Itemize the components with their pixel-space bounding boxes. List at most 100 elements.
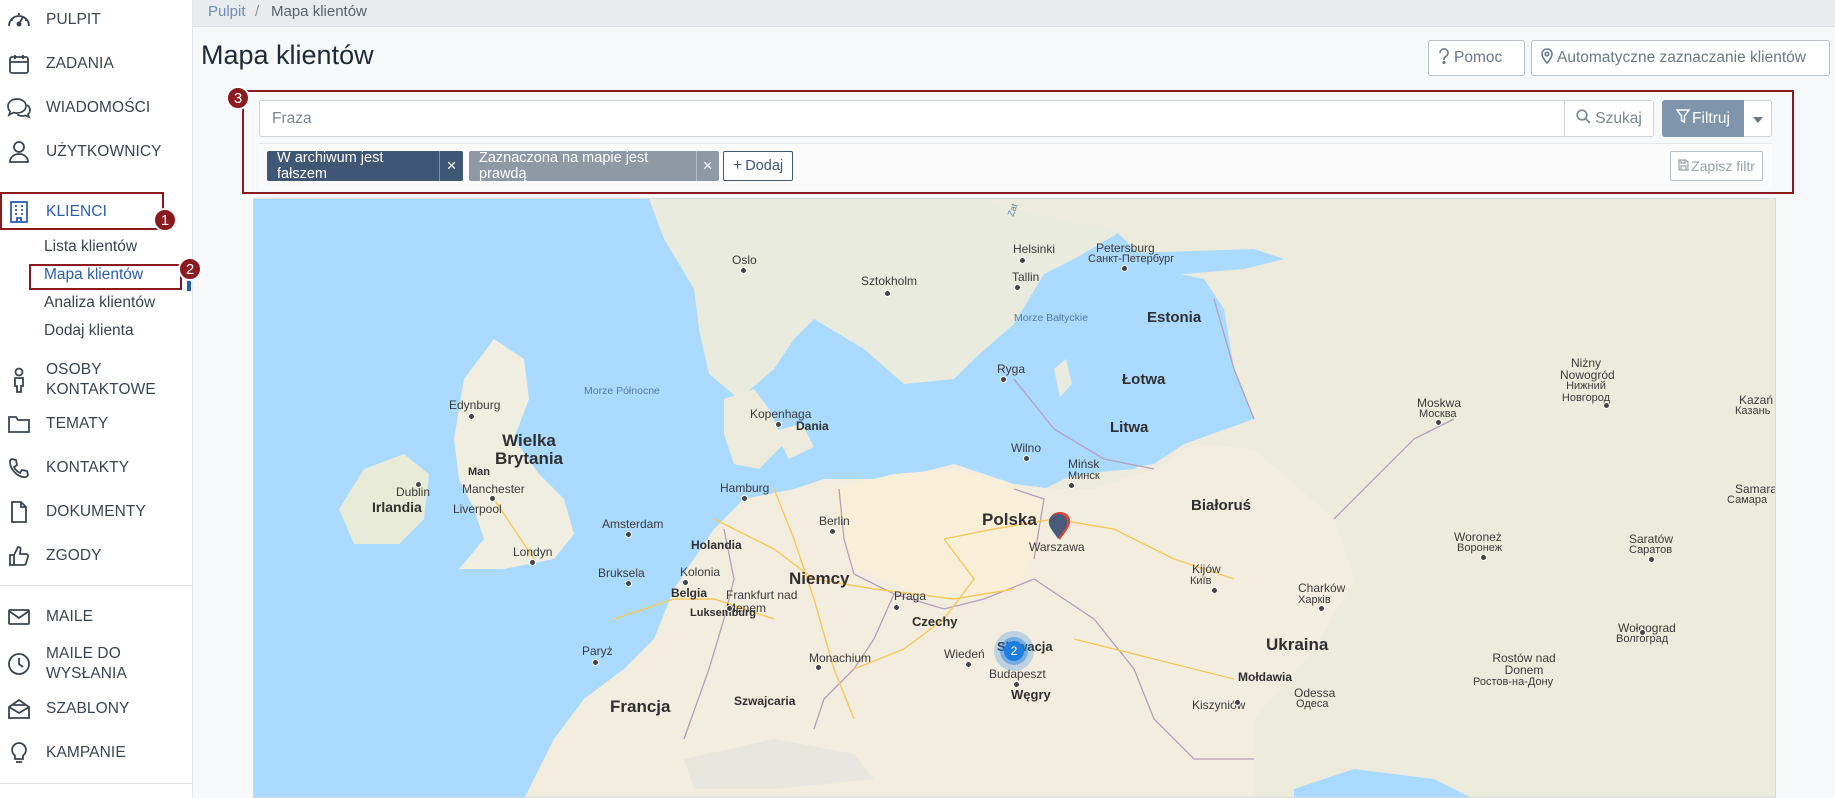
map-city-dot — [489, 495, 496, 502]
sidebar-divider — [0, 585, 192, 586]
map-label-estonia: Estonia — [1147, 309, 1202, 326]
map-city-label: Niżny Nowogród — [1560, 356, 1615, 382]
map-city-label: Hamburg — [720, 481, 770, 495]
sidebar-item-szablony[interactable]: SZABLONY — [0, 689, 192, 729]
mail-template-icon — [6, 696, 32, 722]
subitem-lista-klientow[interactable]: Lista klientów — [44, 238, 137, 256]
sidebar-item-zgody[interactable]: ZGODY — [0, 536, 192, 576]
document-icon — [6, 499, 32, 525]
map-city-dot — [1019, 257, 1026, 264]
sidebar-item-dokumenty[interactable]: DOKUMENTY — [0, 492, 192, 532]
map-city-dot — [1639, 629, 1646, 636]
map-city-label: Bruksela — [598, 566, 645, 580]
map-city-label: Sztokholm — [861, 274, 918, 288]
map-city-dot — [740, 267, 747, 274]
annotation-box-2 — [29, 264, 182, 290]
map-label-ukraina: Ukraina — [1266, 635, 1329, 654]
sidebar-item-label: OSOBY KONTAKTOWE — [46, 361, 156, 398]
sidebar-item-label: KAMPANIE — [46, 744, 126, 761]
calendar-icon — [6, 51, 32, 77]
thumbs-up-icon — [6, 543, 32, 569]
map-city-label: Саратов — [1629, 544, 1673, 556]
annotation-box-1 — [0, 192, 164, 230]
sidebar-item-label: MAILE — [46, 608, 94, 625]
map-city-label: Monachium — [809, 651, 872, 665]
help-button[interactable]: Pomoc — [1428, 40, 1525, 76]
map-city-label: Одеса — [1296, 698, 1329, 710]
sidebar-item-label: KONTAKTY — [46, 459, 130, 476]
map-city-label: Berlin — [819, 514, 850, 528]
person-icon — [6, 367, 32, 393]
annotation-box-3 — [242, 90, 1794, 194]
map-city-label: Ростов-на-Дону — [1473, 676, 1554, 688]
sidebar-item-osoby-kontaktowe[interactable]: OSOBY KONTAKTOWE — [0, 358, 192, 402]
map-city-dot — [1023, 455, 1030, 462]
map-city-label: Tallin — [1012, 270, 1040, 284]
sidebar-item-zadania[interactable]: ZADANIA — [0, 44, 192, 84]
map-label-wielka-brytania: Wielka Brytania — [494, 431, 564, 468]
auto-mark-clients-button[interactable]: Automatyczne zaznaczanie klientów — [1531, 40, 1830, 76]
user-icon — [6, 139, 32, 165]
map-city-label: Kopenhaga — [750, 407, 812, 421]
map-city-dot — [1318, 605, 1325, 612]
phone-icon — [6, 455, 32, 481]
sidebar-item-wiadomosci[interactable]: WIADOMOŚCI — [0, 88, 192, 128]
map-city-label: Paryż — [582, 644, 613, 658]
map-city-label: Самара — [1727, 494, 1768, 506]
sidebar-item-label: DOKUMENTY — [46, 503, 146, 520]
map-label-szwajcaria: Szwajcaria — [734, 694, 796, 708]
map-city-label: Ryga — [997, 362, 1026, 376]
annotation-badge-1: 1 — [153, 208, 177, 232]
map-label-holandia: Holandia — [691, 538, 742, 552]
map-city-dot — [529, 559, 536, 566]
subitem-dodaj-klienta[interactable]: Dodaj klienta — [44, 322, 134, 340]
sidebar-item-maile-do-wyslania[interactable]: MAILE DO WYSŁANIA — [0, 641, 192, 687]
map-city-dot — [1014, 284, 1021, 291]
sidebar-item-maile[interactable]: MAILE — [0, 597, 192, 637]
map-city-label: Kolonia — [680, 565, 721, 579]
map-city-label: Praga — [894, 589, 927, 603]
subitem-analiza-klientow[interactable]: Analiza klientów — [44, 294, 155, 312]
map-city-label: Oslo — [732, 253, 757, 267]
map-city-label: Helsinki — [1013, 242, 1056, 256]
map-city-dot — [1234, 699, 1241, 706]
breadcrumb-link-pulpit[interactable]: Pulpit — [208, 0, 246, 24]
client-cluster-marker[interactable]: 2 — [994, 631, 1034, 671]
sidebar-item-pulpit[interactable]: PULPIT — [0, 0, 192, 40]
map-label-polska: Polska — [982, 510, 1037, 529]
sidebar-item-label: ZADANIA — [46, 55, 114, 72]
map-city-dot — [682, 579, 689, 586]
map-city-label: Rostów nad Donem — [1492, 651, 1556, 677]
map-city-label: Charków — [1298, 581, 1346, 595]
client-map-marker[interactable] — [1047, 511, 1071, 543]
map-label-dania: Dania — [796, 419, 829, 433]
sidebar-item-kampanie[interactable]: KAMPANIE — [0, 733, 192, 773]
map-sea-label: Morze Bałtyckie — [1014, 312, 1089, 324]
sidebar-item-kontakty[interactable]: KONTAKTY — [0, 448, 192, 488]
sidebar-item-tematy[interactable]: TEMATY — [0, 404, 192, 444]
client-map[interactable]: Morze Północne Morze Bałtyckie Polska Ni… — [253, 198, 1776, 798]
chat-bubbles-icon — [6, 95, 32, 121]
map-city-dot — [625, 531, 632, 538]
map-label-litwa: Litwa — [1110, 419, 1149, 436]
map-city-label: Liverpool — [453, 502, 502, 516]
map-city-dot — [1121, 265, 1128, 272]
map-city-label: Харків — [1298, 594, 1331, 606]
map-label-niemcy: Niemcy — [789, 569, 850, 588]
map-city-dot — [1013, 681, 1020, 688]
sidebar-item-uzytkownicy[interactable]: UŻYTKOWNICY — [0, 132, 192, 172]
breadcrumb: Pulpit / Mapa klientów — [193, 0, 1835, 27]
sidebar-item-label: UŻYTKOWNICY — [46, 143, 162, 160]
auto-mark-clients-label: Automatyczne zaznaczanie klientów — [1557, 49, 1806, 66]
map-city-dot — [965, 661, 972, 668]
lightbulb-icon — [6, 740, 32, 766]
map-city-dot — [829, 528, 836, 535]
page-title: Mapa klientów — [201, 40, 374, 70]
map-label-francja: Francja — [610, 697, 671, 716]
map-label-lotwa: Łotwa — [1122, 371, 1166, 388]
map-city-label: Минск — [1068, 470, 1100, 482]
sidebar-item-label: WIADOMOŚCI — [46, 99, 151, 116]
map-city-label: Amsterdam — [602, 517, 664, 531]
map-city-dot — [415, 481, 422, 488]
map-city-dot — [1648, 556, 1655, 563]
